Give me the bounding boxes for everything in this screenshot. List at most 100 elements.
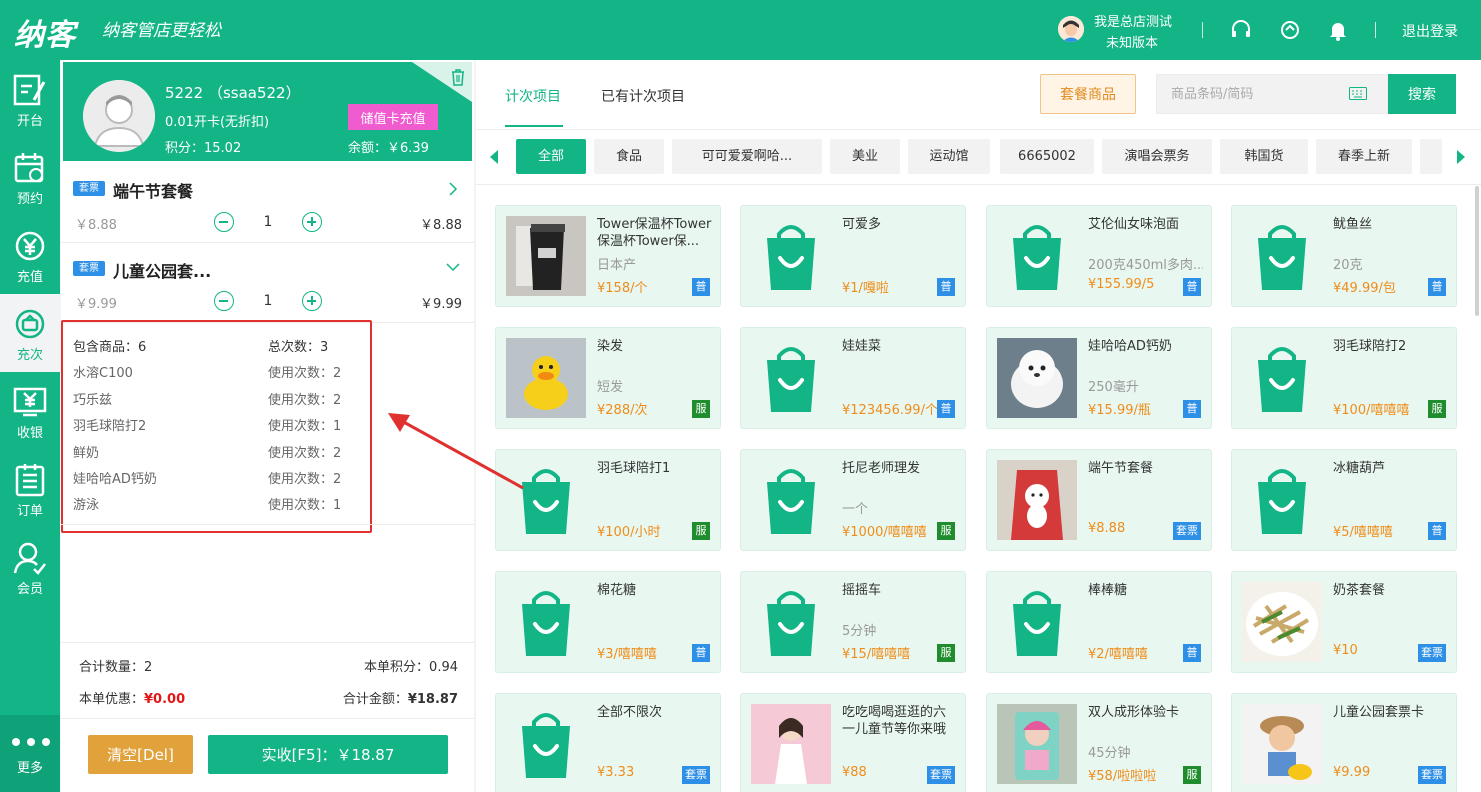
scrollbar[interactable]	[1475, 186, 1479, 316]
product-card[interactable]: 棒棒糖 ¥2/嘻嘻嘻 普	[986, 571, 1212, 673]
product-card[interactable]: 吃吃喝喝逛逛的六一儿童节等你来哦 ¥88 套票	[740, 693, 966, 792]
product-card[interactable]: 艾伦仙女味泡面 200克450ml多肉... ¥155.99/5 普	[986, 205, 1212, 307]
category-next-icon[interactable]	[1457, 150, 1465, 164]
product-card[interactable]: 奶茶套餐 ¥10 套票	[1231, 571, 1457, 673]
product-card[interactable]: 娃娃菜 ¥123456.99/个普	[740, 327, 966, 429]
product-type-badge: 普	[1428, 278, 1446, 296]
sync-icon[interactable]	[1278, 18, 1302, 42]
clear-button[interactable]: 清空[Del]	[88, 735, 193, 774]
product-price: ¥10	[1333, 643, 1358, 658]
product-type-badge: 套票	[682, 766, 710, 784]
product-price: ¥15/嘻嘻嘻	[842, 647, 911, 662]
product-type-badge: 服	[937, 522, 955, 540]
product-card[interactable]: 鱿鱼丝 20克 ¥49.99/包 普	[1231, 205, 1457, 307]
shopping-bag-icon	[1242, 460, 1322, 540]
trash-icon[interactable]	[450, 68, 466, 86]
category-item-partial[interactable]	[1420, 139, 1442, 174]
nav-item-more[interactable]: 更多	[0, 715, 60, 792]
product-price: ¥2/嘻嘻嘻	[1088, 647, 1148, 662]
category-item[interactable]: 美业	[830, 139, 900, 174]
nav-item-cashier[interactable]: 收银	[0, 372, 60, 450]
category-item[interactable]: 春季上新	[1316, 139, 1412, 174]
nav-item-count-recharge[interactable]: 充次	[0, 294, 60, 372]
product-card[interactable]: 冰糖葫芦 ¥5/嘻嘻嘻 普	[1231, 449, 1457, 551]
member-icon	[13, 542, 46, 575]
product-card[interactable]: 棉花糖 ¥3/嘻嘻嘻 普	[495, 571, 721, 673]
product-image	[997, 338, 1077, 418]
original-price: ￥8.88	[75, 218, 117, 233]
keyboard-icon[interactable]	[1349, 87, 1367, 100]
nav-item-recharge[interactable]: 充值	[0, 216, 60, 294]
product-price: ¥5/嘻嘻嘻	[1333, 525, 1393, 540]
calendar-icon	[14, 153, 44, 183]
product-image	[997, 704, 1077, 784]
chevron-right-icon[interactable]	[446, 182, 460, 196]
product-area: 计次项目 已有计次项目 套餐商品 搜索 全部 食品 可可爱爱啊哈... 美业 运…	[476, 60, 1481, 792]
separator	[1202, 22, 1203, 38]
category-item[interactable]: 6665002	[1000, 139, 1094, 174]
nav-item-member[interactable]: 会员	[0, 528, 60, 606]
qty-minus-button[interactable]	[214, 212, 234, 232]
shopping-bag-icon	[506, 704, 586, 784]
product-card[interactable]: 全部不限次 ¥3.33 套票	[495, 693, 721, 792]
product-card[interactable]: 可爱多 ¥1/嘎啦 普	[740, 205, 966, 307]
category-item[interactable]: 演唱会票务	[1102, 139, 1212, 174]
member-avatar	[83, 80, 155, 152]
line-total: ￥9.99	[420, 297, 462, 312]
qty-value[interactable]: 1	[258, 293, 278, 309]
chevron-down-icon[interactable]	[446, 260, 460, 274]
bell-icon[interactable]	[1326, 18, 1350, 42]
cart-item[interactable]: 套票 端午节套餐 ￥8.88 1 ￥8.88	[61, 161, 474, 243]
nav-item-open-table[interactable]: 开台	[0, 60, 60, 138]
product-card[interactable]: 摇摇车 5分钟 ¥15/嘻嘻嘻 服	[740, 571, 966, 673]
product-type-badge: 服	[1183, 766, 1201, 784]
tab-count-items[interactable]: 计次项目	[505, 86, 561, 106]
package-item-name: 水溶C100	[73, 366, 133, 381]
category-item[interactable]: 食品	[594, 139, 664, 174]
package-item-name: 游泳	[73, 498, 100, 513]
product-price: ¥1/嘎啦	[842, 281, 889, 296]
product-card[interactable]: 娃哈哈AD钙奶 250毫升 ¥15.99/瓶 普	[986, 327, 1212, 429]
stored-value-recharge-button[interactable]: 储值卡充值	[348, 104, 438, 130]
user-name[interactable]: 我是总店测试	[1094, 11, 1172, 30]
product-name: 染发	[597, 339, 624, 354]
category-item[interactable]: 韩国货	[1220, 139, 1308, 174]
product-card[interactable]: 端午节套餐 ¥8.88 套票	[986, 449, 1212, 551]
nav-item-orders[interactable]: 订单	[0, 450, 60, 528]
package-item-count: 使用次数：2	[268, 393, 342, 408]
category-prev-icon[interactable]	[490, 150, 498, 164]
pay-button[interactable]: 实收[F5]：￥18.87	[208, 735, 448, 774]
nav-item-reservation[interactable]: 预约	[0, 138, 60, 216]
category-item[interactable]: 运动馆	[908, 139, 990, 174]
product-card[interactable]: 儿童公园套票卡 ¥9.99 套票	[1231, 693, 1457, 792]
product-price: ¥3/嘻嘻嘻	[597, 647, 657, 662]
product-name: 托尼老师理发	[842, 461, 921, 476]
qty-plus-button[interactable]	[302, 212, 322, 232]
product-type-badge: 服	[937, 644, 955, 662]
package-item-name: 娃哈哈AD钙奶	[73, 472, 157, 487]
qty-minus-button[interactable]	[214, 291, 234, 311]
qty-plus-button[interactable]	[302, 291, 322, 311]
product-price: ¥100/小时	[597, 525, 661, 540]
category-item[interactable]: 可可爱爱啊哈...	[672, 139, 822, 174]
product-card[interactable]: Tower保温杯Tower保温杯Tower保... 日本产 ¥158/个 普	[495, 205, 721, 307]
logout-link[interactable]: 退出登录	[1402, 21, 1458, 41]
package-item-count: 使用次数：1	[268, 498, 342, 513]
product-name: 棒棒糖	[1088, 583, 1128, 598]
user-avatar[interactable]	[1058, 16, 1084, 42]
tab-existing-count-items[interactable]: 已有计次项目	[601, 86, 685, 106]
product-card[interactable]: 托尼老师理发 一个 ¥1000/嘻嘻嘻服	[740, 449, 966, 551]
headset-icon[interactable]	[1229, 18, 1253, 42]
qty-value[interactable]: 1	[258, 214, 278, 230]
product-card[interactable]: 羽毛球陪打2 ¥100/嘻嘻嘻 服	[1231, 327, 1457, 429]
product-card[interactable]: 双人成形体验卡 45分钟 ¥58/啦啦啦 服	[986, 693, 1212, 792]
product-type-badge: 套票	[1418, 644, 1446, 662]
category-all[interactable]: 全部	[516, 139, 586, 174]
search-button[interactable]: 搜索	[1388, 74, 1456, 114]
combo-products-button[interactable]: 套餐商品	[1040, 74, 1136, 114]
package-item-count: 使用次数：2	[268, 446, 342, 461]
shopping-bag-icon	[997, 216, 1077, 296]
cart-item[interactable]: 套票 儿童公园套... ￥9.99 1 ￥9.99	[61, 244, 474, 323]
product-type-badge: 普	[1183, 400, 1201, 418]
cart-item-title: 儿童公园套...	[113, 262, 212, 281]
